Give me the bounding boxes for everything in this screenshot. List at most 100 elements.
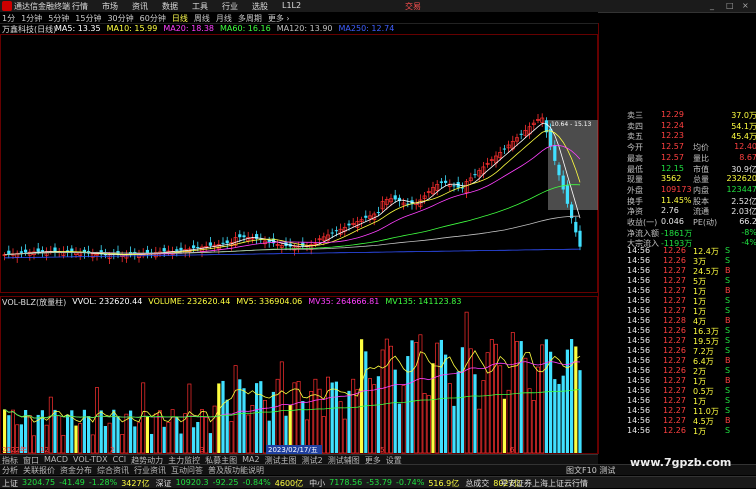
tick-price: 12.27 <box>663 306 686 315</box>
info-tab[interactable]: 资金分布 <box>60 465 92 476</box>
volume-bar <box>435 342 440 454</box>
tick-price: 12.26 <box>663 326 686 335</box>
menu-item[interactable]: 数据 <box>162 1 178 12</box>
maximize-icon[interactable]: □ <box>726 1 734 10</box>
volume-bar <box>212 405 217 454</box>
volume-bar <box>208 433 212 453</box>
close-icon[interactable]: × <box>742 1 749 10</box>
quote-label2: PE(动) <box>693 218 718 227</box>
candle-body <box>208 242 212 246</box>
tick-time: 14:56 <box>627 396 651 405</box>
quote-row: 净资 2.76 流通 2.03亿 <box>627 206 756 216</box>
volume-bar <box>481 380 486 454</box>
volume-bar <box>275 378 280 454</box>
ma-values: MA5: 13.35 MA10: 15.99 MA20: 18.38 MA60: 16… <box>55 24 394 33</box>
volume-bar <box>364 351 368 453</box>
minimize-icon[interactable]: _ <box>710 1 714 10</box>
candle-body <box>574 221 578 233</box>
ma5-line <box>4 123 581 256</box>
tick-time: 14:56 <box>627 406 651 415</box>
tick-side: S <box>725 246 731 255</box>
tick-time: 14:56 <box>627 276 651 285</box>
volume-bar <box>338 401 343 454</box>
volume-bar <box>557 383 561 453</box>
tick-side: B <box>725 416 731 425</box>
tick-side: S <box>725 386 731 395</box>
info-tab[interactable]: 互动问答 <box>171 465 203 476</box>
broker-name: 平安证券上海上证云行情 <box>500 479 588 488</box>
tick-row: 14:56 12.27 1万 B <box>627 376 756 386</box>
tick-price: 12.27 <box>663 276 686 285</box>
volume-bar <box>317 388 322 454</box>
volume-value: VOLUME: 232620.44 <box>148 297 231 306</box>
quote-value2: 66.2 <box>739 217 756 226</box>
tick-price: 12.27 <box>663 296 686 305</box>
volume-bar <box>460 347 464 453</box>
menu-item[interactable]: 选股 <box>252 1 268 12</box>
ma10-line <box>4 130 581 256</box>
volume-bar <box>368 378 372 454</box>
candle-body <box>334 230 338 232</box>
date-label: 3 <box>200 446 204 454</box>
index-amount: 3427亿 <box>121 479 150 488</box>
quote-value: 12.57 <box>661 142 684 152</box>
date-label: 2022年 <box>2 445 27 454</box>
volume-bar <box>250 404 255 454</box>
volume-bar <box>544 339 548 453</box>
volume-bar <box>229 421 234 454</box>
tick-time: 14:56 <box>627 336 651 345</box>
volume-bar <box>578 370 582 453</box>
candle-body <box>557 164 561 176</box>
tick-row: 14:56 12.27 0.5万 S <box>627 386 756 396</box>
index-name: 总成交 <box>465 479 490 488</box>
quote-label2: 股本 <box>693 196 709 206</box>
candle-body <box>561 175 565 190</box>
f10-tab[interactable]: 图文F10 测试 <box>566 465 615 476</box>
candle-body <box>578 230 582 247</box>
quote-value: 11.45% <box>661 195 692 205</box>
volume-bar <box>347 390 351 453</box>
volume-bar <box>570 339 574 453</box>
menu-item[interactable]: L1L2 <box>282 1 301 12</box>
quote-label: 净流入额 <box>627 228 659 238</box>
index-quote[interactable]: 深证 10920.3 -92.25 -0.84% 4600亿 <box>156 478 304 489</box>
volume-bar <box>464 311 469 454</box>
menu-item[interactable]: 资讯 <box>132 1 148 12</box>
menu-item[interactable]: 工具 <box>192 1 208 12</box>
info-tab[interactable]: 综合资讯 <box>97 465 129 476</box>
trade-button[interactable]: 交易 <box>405 1 421 12</box>
quote-row: 最高 12.57 量比 8.67 <box>627 153 756 163</box>
quote-value2: 123447 <box>726 184 756 194</box>
kline-chart[interactable]: 21.0020.0019.0018.0017.0016.0015.0014.00… <box>0 34 598 454</box>
menu-item[interactable]: 行情 <box>72 1 88 12</box>
volume-bar <box>99 410 103 453</box>
index-quote[interactable]: 上证 3204.75 -41.49 -1.28% 3427亿 <box>2 478 150 489</box>
info-tab[interactable]: 行业资讯 <box>134 465 166 476</box>
volume-bar <box>87 416 91 453</box>
info-tab[interactable]: 普及版功能说明 <box>208 465 264 476</box>
tick-price: 12.27 <box>663 396 686 405</box>
volume-bar <box>439 339 443 453</box>
tick-row: 14:56 12.27 1万 S <box>627 306 756 316</box>
candles <box>2 113 582 265</box>
menu-item[interactable]: 行业 <box>222 1 238 12</box>
info-tab[interactable]: 分析 <box>2 465 18 476</box>
tick-price: 12.27 <box>663 356 686 365</box>
tick-time: 14:56 <box>627 376 651 385</box>
index-quote[interactable]: 中小 7178.56 -53.79 -0.74% 516.9亿 <box>309 478 459 489</box>
info-tab[interactable]: 关联报价 <box>23 465 55 476</box>
tick-row: 14:56 12.27 11.0万 S <box>627 406 756 416</box>
indicator-legend: 万鑫科技(日线) MA5: 13.35 MA10: 15.99 MA20: 18.3… <box>0 23 598 34</box>
volume-bar <box>536 366 540 454</box>
candle-body <box>393 195 397 200</box>
tick-row: 14:56 12.27 1万 S <box>627 396 756 406</box>
menu-item[interactable]: 市场 <box>102 1 118 12</box>
tick-row: 14:56 12.26 3万 S <box>627 256 756 266</box>
tick-time: 14:56 <box>627 306 651 315</box>
candle-body <box>175 249 179 251</box>
volume-bar <box>153 413 158 454</box>
quote-value: 12.24 <box>661 120 684 130</box>
index-value: 10920.3 <box>175 478 209 487</box>
volume-bar <box>313 378 318 454</box>
quote-value2: 2.52亿 <box>731 196 756 206</box>
